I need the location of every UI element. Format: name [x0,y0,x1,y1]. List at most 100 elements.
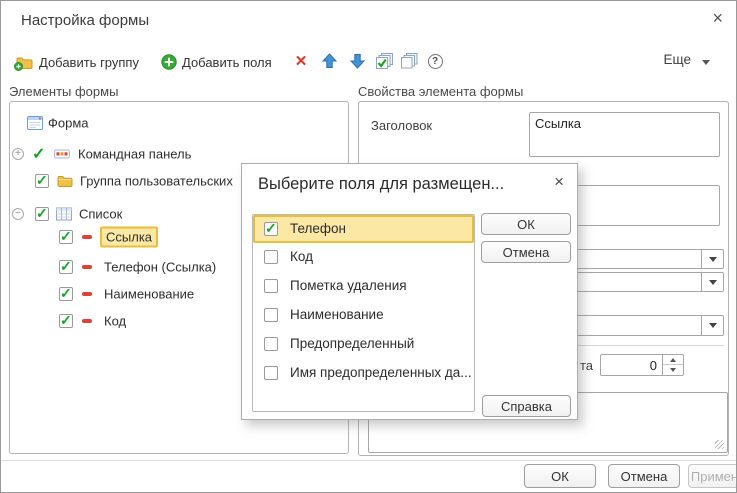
list-item-label[interactable]: Имя предопределенных да... [290,365,472,380]
list-item-predefined[interactable]: Предопределенный [253,330,474,359]
check-icon: ✓ [60,312,72,329]
form-icon [27,116,43,130]
tree-item-label[interactable]: Командная панель [78,147,191,162]
add-fields-label: Добавить поля [182,55,272,70]
list-item-phone[interactable]: ✓ Телефон [253,215,474,243]
list-item-code[interactable]: Код [253,243,474,272]
expand-minus-icon[interactable]: − [12,208,24,220]
height-label-fragment: та [580,358,593,373]
dropdown-button[interactable] [701,273,723,291]
modal-ok-button[interactable]: ОК [481,213,571,235]
modal-help-button[interactable]: Справка [482,395,571,417]
checkbox-checked[interactable]: ✓ [59,314,73,328]
pages-check-icon [375,53,394,70]
caption-label: Заголовок [371,118,432,133]
select-fields-dialog: Выберите поля для размещен... × ✓ Телефо… [241,163,578,420]
help-icon: ? [428,54,443,69]
form-settings-dialog: Настройка формы × Добавить группу Добави… [0,0,737,493]
help-button[interactable]: ? [425,51,445,71]
check-icon: ✓ [265,220,277,237]
fields-list: ✓ Телефон Код Пометка удаления Наименова… [252,214,475,412]
add-group-label: Добавить группу [39,55,139,70]
more-button[interactable]: Еще [664,52,691,67]
check-icon: ✓ [60,258,72,275]
tree-item-label[interactable]: Форма [48,116,89,131]
close-icon[interactable]: × [554,172,564,192]
list-item-label[interactable]: Пометка удаления [290,278,407,293]
check-icon: ✓ [36,172,48,189]
checkbox-checked[interactable]: ✓ [59,260,73,274]
list-item-label[interactable]: Предопределенный [290,336,414,351]
table-icon [56,208,72,221]
up-arrow-icon [670,358,676,362]
tree-item-label-selected[interactable]: Ссылка [100,227,158,248]
folder-plus-icon [14,54,34,71]
dropdown-button[interactable] [701,250,723,268]
resize-grip[interactable] [715,440,724,449]
down-arrow-icon [670,368,676,372]
chevron-down-icon [709,257,717,262]
check-icon: ✓ [36,205,48,222]
delete-x-icon: ✕ [295,52,308,70]
command-bar-icon [54,150,70,159]
field-dash-icon [82,235,92,239]
arrow-down-icon [350,53,365,69]
check-icon: ✓ [60,228,72,245]
list-item-deletion-mark[interactable]: Пометка удаления [253,272,474,301]
checkbox-unchecked[interactable] [264,337,278,351]
field-dash-icon [82,292,92,296]
stepper-up-button[interactable] [663,355,683,365]
tree-item-form[interactable]: Форма [10,112,348,134]
check-icon: ✓ [60,285,72,302]
delete-button[interactable]: ✕ [291,51,311,71]
dropdown-button[interactable] [701,316,723,335]
checkbox-checked[interactable]: ✓ [35,207,49,221]
height-value: 0 [650,358,657,373]
height-stepper[interactable]: 0 [600,354,684,376]
stepper-down-button[interactable] [663,365,683,375]
check-all-button[interactable] [373,51,395,71]
expand-plus-icon[interactable]: + [12,148,24,160]
list-item-label[interactable]: Код [290,249,313,264]
chevron-down-icon[interactable] [702,60,710,65]
tree-item-label[interactable]: Список [79,207,122,222]
modal-cancel-button[interactable]: Отмена [481,241,571,263]
tree-item-command-bar[interactable]: + ✓ Командная панель [10,143,348,165]
tree-item-label[interactable]: Наименование [104,287,194,302]
add-fields-button[interactable]: Добавить поля [161,49,272,75]
tree-item-label[interactable]: Группа пользовательских [80,174,233,189]
checkbox-unchecked[interactable] [264,308,278,322]
folder-icon [57,175,73,188]
apply-button: Применить [688,464,737,488]
tree-item-label[interactable]: Код [104,314,126,329]
window-title: Настройка формы [21,12,149,29]
list-item-name[interactable]: Наименование [253,301,474,330]
left-panel-header: Элементы формы [9,84,118,99]
checkbox-unchecked[interactable] [264,366,278,380]
list-item-label[interactable]: Наименование [290,307,384,322]
checkbox-unchecked[interactable] [264,250,278,264]
checkbox-checked[interactable]: ✓ [59,287,73,301]
footer-divider [1,460,736,461]
checkbox-unchecked[interactable] [264,279,278,293]
checkbox-checked[interactable]: ✓ [264,222,278,236]
caption-input[interactable]: Ссылка [529,112,720,157]
checkbox-checked[interactable]: ✓ [35,174,49,188]
tree-item-label[interactable]: Телефон (Ссылка) [104,260,216,275]
caption-value: Ссылка [535,116,581,131]
cancel-button[interactable]: Отмена [608,464,680,488]
field-dash-icon [82,265,92,269]
close-icon[interactable]: × [712,8,723,28]
add-group-button[interactable]: Добавить группу [14,49,139,75]
plus-circle-icon [161,54,177,70]
checkbox-checked[interactable]: ✓ [59,230,73,244]
list-item-predefined-data-name[interactable]: Имя предопределенных да... [253,359,474,388]
move-down-button[interactable] [347,51,367,71]
chevron-down-icon [709,280,717,285]
visibility-check-icon[interactable]: ✓ [32,144,45,164]
copy-button[interactable] [399,51,419,71]
copy-pages-icon [401,53,418,69]
move-up-button[interactable] [319,51,339,71]
list-item-label[interactable]: Телефон [290,221,346,236]
ok-button[interactable]: ОК [524,464,596,488]
